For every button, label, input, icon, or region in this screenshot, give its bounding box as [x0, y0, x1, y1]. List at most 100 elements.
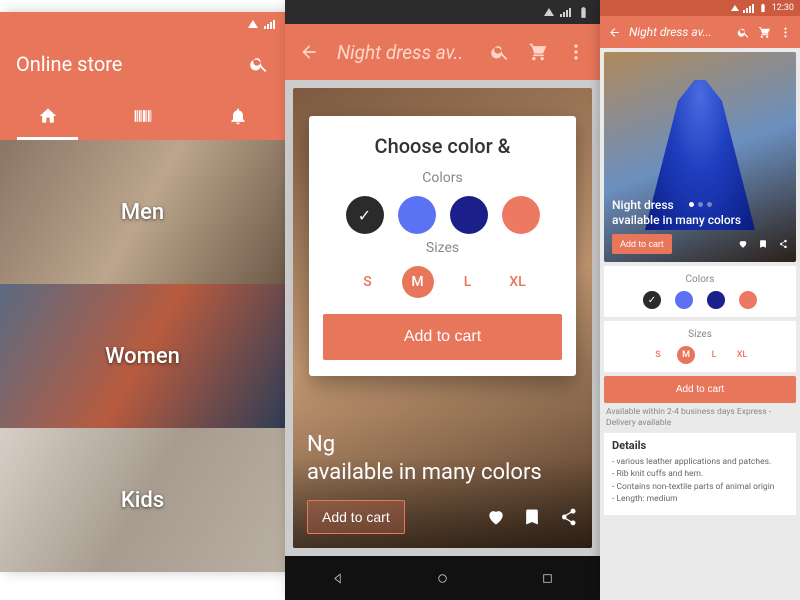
details-item: Rib knit cuffs and hem. — [612, 468, 788, 480]
hero-title-line2: available in many colors — [307, 460, 542, 485]
cart-icon[interactable] — [528, 42, 548, 62]
nav-back-icon[interactable] — [331, 572, 344, 585]
signal-icon — [743, 4, 754, 13]
category-women[interactable]: Women — [0, 284, 285, 428]
tab-notifications[interactable] — [190, 92, 285, 140]
app-bar: Night dress av.. — [285, 24, 600, 80]
cart-icon[interactable] — [758, 26, 771, 39]
details-list: various leather applications and patches… — [612, 456, 788, 505]
search-icon[interactable] — [490, 42, 510, 62]
category-label: Women — [105, 344, 180, 369]
color-swatch-coral[interactable] — [502, 196, 540, 234]
app-title: Online store — [16, 52, 122, 76]
search-icon[interactable] — [737, 26, 750, 39]
colors-label: Colors — [610, 274, 790, 285]
battery-icon — [758, 3, 768, 13]
add-to-cart-button[interactable]: Add to cart — [604, 376, 796, 403]
wifi-icon — [248, 20, 258, 28]
details-heading: Details — [612, 439, 788, 452]
share-icon[interactable] — [778, 239, 788, 249]
bell-icon — [228, 106, 248, 126]
hero-overlay: Night dress available in many colors Add… — [604, 190, 796, 262]
bookmark-icon[interactable] — [758, 239, 768, 249]
size-s[interactable]: S — [649, 346, 667, 364]
details-item: Length: medium — [612, 493, 788, 505]
color-swatch-coral[interactable] — [739, 291, 757, 309]
back-icon[interactable] — [299, 42, 319, 62]
color-swatches: ✓ — [610, 291, 790, 309]
add-to-cart-button[interactable]: Add to cart — [323, 314, 562, 360]
shipping-info: Available within 2-4 business days Expre… — [606, 407, 794, 429]
color-swatches: ✓ — [323, 196, 562, 234]
back-icon[interactable] — [608, 26, 621, 39]
clock: 12:30 — [772, 3, 794, 13]
page-title: Night dress av... — [629, 25, 729, 39]
size-s[interactable]: S — [352, 266, 384, 298]
hero-title-line1: Night dress — [612, 198, 674, 212]
hero-title-line1: Ng — [307, 432, 335, 457]
size-options: S M L XL — [323, 266, 562, 298]
sizes-card: Sizes S M L XL — [604, 321, 796, 372]
android-nav-bar — [285, 556, 600, 600]
add-to-cart-button[interactable]: Add to cart — [307, 500, 405, 534]
category-kids[interactable]: Kids — [0, 428, 285, 572]
status-bar — [285, 0, 600, 24]
details-card: Details various leather applications and… — [604, 433, 796, 515]
phone-store-home: Online store Men Women Kids — [0, 12, 285, 572]
hero-title-line2: available in many colors — [612, 213, 741, 227]
color-swatch-blue[interactable] — [675, 291, 693, 309]
share-icon[interactable] — [558, 507, 578, 527]
page-title: Night dress av.. — [337, 41, 472, 64]
status-bar: 12:30 — [600, 0, 800, 16]
tab-barcode[interactable] — [95, 92, 190, 140]
color-swatch-black[interactable]: ✓ — [643, 291, 661, 309]
bookmark-icon[interactable] — [522, 507, 542, 527]
colors-card: Colors ✓ — [604, 266, 796, 317]
phone-product-detail: 12:30 Night dress av... Night dress avai… — [600, 0, 800, 600]
color-swatch-navy[interactable] — [707, 291, 725, 309]
overflow-icon[interactable] — [566, 42, 586, 62]
category-label: Men — [121, 200, 164, 225]
nav-home-icon[interactable] — [436, 572, 449, 585]
barcode-icon — [133, 106, 153, 126]
size-xl[interactable]: XL — [733, 346, 751, 364]
size-xl[interactable]: XL — [502, 266, 534, 298]
battery-icon — [577, 6, 590, 19]
status-bar — [0, 12, 285, 36]
product-hero[interactable]: Night dress available in many colors Add… — [604, 52, 796, 262]
app-bar: Night dress av... — [600, 16, 800, 48]
details-item: Contains non-textile parts of animal ori… — [612, 481, 788, 493]
color-swatch-black[interactable]: ✓ — [346, 196, 384, 234]
category-label: Kids — [121, 488, 164, 513]
size-l[interactable]: L — [705, 346, 723, 364]
dialog-title: Choose color & — [323, 134, 562, 158]
tablet-product-detail: Night dress av.. Ng available in many co… — [285, 0, 600, 600]
signal-icon — [264, 20, 275, 29]
tab-bar — [0, 92, 285, 140]
color-swatch-blue[interactable] — [398, 196, 436, 234]
size-m[interactable]: M — [677, 346, 695, 364]
tab-home[interactable] — [0, 92, 95, 140]
wifi-icon — [544, 8, 554, 16]
signal-icon — [560, 8, 571, 17]
sizes-label: Sizes — [610, 329, 790, 340]
home-icon — [38, 106, 58, 126]
color-swatch-navy[interactable] — [450, 196, 488, 234]
colors-label: Colors — [323, 170, 562, 186]
app-bar: Online store — [0, 36, 285, 92]
search-icon[interactable] — [249, 54, 269, 74]
category-men[interactable]: Men — [0, 140, 285, 284]
hero-overlay: Ng available in many colors Add to cart — [293, 417, 592, 548]
nav-recent-icon[interactable] — [541, 572, 554, 585]
size-m[interactable]: M — [402, 266, 434, 298]
details-item: various leather applications and patches… — [612, 456, 788, 468]
size-options: S M L XL — [610, 346, 790, 364]
favorite-icon[interactable] — [738, 239, 748, 249]
variant-picker-dialog: Choose color & Colors ✓ Sizes S M L XL A… — [309, 116, 576, 376]
add-to-cart-button[interactable]: Add to cart — [612, 234, 672, 254]
wifi-icon — [731, 5, 739, 11]
size-l[interactable]: L — [452, 266, 484, 298]
favorite-icon[interactable] — [486, 507, 506, 527]
sizes-label: Sizes — [323, 240, 562, 256]
overflow-icon[interactable] — [779, 26, 792, 39]
